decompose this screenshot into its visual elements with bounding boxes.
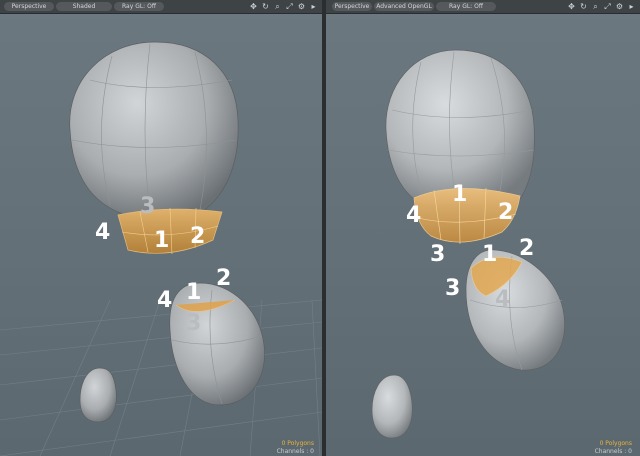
vertex-label: 3 [186, 311, 202, 336]
ray-gl-button[interactable]: Ray GL: Off [114, 2, 164, 11]
settings-gear-icon[interactable]: ⚙ [615, 1, 624, 12]
move-view-icon[interactable]: ✥ [249, 1, 258, 12]
viewport-left-toolbar: Perspective Shaded Ray GL: Off ✥ ↻ ⌕ ⤢ ⚙… [0, 0, 322, 14]
vertex-label: 4 [95, 220, 111, 245]
menu-arrow-icon[interactable]: ▸ [627, 1, 636, 12]
polygon-count: 0 Polygons [281, 440, 314, 447]
channel-count: Channels : 0 [276, 448, 314, 455]
move-view-icon[interactable]: ✥ [567, 1, 576, 12]
body-mesh [169, 282, 265, 406]
view-type-button[interactable]: Perspective [4, 2, 54, 11]
shading-mode-button[interactable]: Shaded [56, 2, 112, 11]
viewport-left[interactable]: 3 4 1 2 2 4 1 3 0 Polygons Channels : 0 … [0, 0, 322, 456]
ray-gl-button[interactable]: Ray GL: Off [436, 2, 496, 11]
rotate-view-icon[interactable]: ↻ [579, 1, 588, 12]
shading-mode-button[interactable]: Advanced OpenGL [374, 2, 434, 11]
viewport-nav-icons: ✥ ↻ ⌕ ⤢ ⚙ ▸ [567, 1, 636, 12]
modo-dual-viewport-app: 3 4 1 2 2 4 1 3 0 Polygons Channels : 0 … [0, 0, 640, 456]
fit-view-icon[interactable]: ⤢ [603, 1, 612, 12]
vertex-label: 1 [186, 280, 202, 305]
viewport-nav-icons: ✥ ↻ ⌕ ⤢ ⚙ ▸ [249, 1, 318, 12]
vertex-label: 4 [157, 288, 173, 313]
viewport-right-scene[interactable] [326, 0, 640, 456]
channel-count: Channels : 0 [594, 448, 632, 455]
vertex-label: 1 [452, 182, 468, 207]
vertex-label: 3 [430, 242, 446, 267]
zoom-view-icon[interactable]: ⌕ [591, 1, 600, 12]
viewport-right-toolbar: Perspective Advanced OpenGL Ray GL: Off … [326, 0, 640, 14]
ground-grid [0, 299, 322, 456]
rotate-view-icon[interactable]: ↻ [261, 1, 270, 12]
vertex-label: 1 [154, 228, 170, 253]
zoom-view-icon[interactable]: ⌕ [273, 1, 282, 12]
vertex-label: 2 [519, 236, 535, 261]
vertex-label: 3 [445, 276, 461, 301]
body-mesh [465, 249, 566, 371]
settings-gear-icon[interactable]: ⚙ [297, 1, 306, 12]
foot-mesh [371, 374, 413, 439]
vertex-label: 4 [495, 287, 511, 312]
fit-view-icon[interactable]: ⤢ [285, 1, 294, 12]
menu-arrow-icon[interactable]: ▸ [309, 1, 318, 12]
vertex-label: 2 [216, 266, 232, 291]
vertex-label: 4 [406, 203, 422, 228]
vertex-label: 1 [482, 242, 498, 267]
polygon-count: 0 Polygons [599, 440, 632, 447]
viewport-right[interactable]: 1 4 2 3 1 2 3 4 0 Polygons Channels : 0 … [326, 0, 640, 456]
vertex-label: 2 [498, 200, 514, 225]
vertex-label: 2 [190, 224, 206, 249]
vertex-label: 3 [140, 194, 156, 219]
view-type-button[interactable]: Perspective [332, 2, 372, 11]
foot-mesh [79, 367, 117, 423]
head-mesh [69, 41, 239, 217]
neck-selection [117, 207, 223, 255]
